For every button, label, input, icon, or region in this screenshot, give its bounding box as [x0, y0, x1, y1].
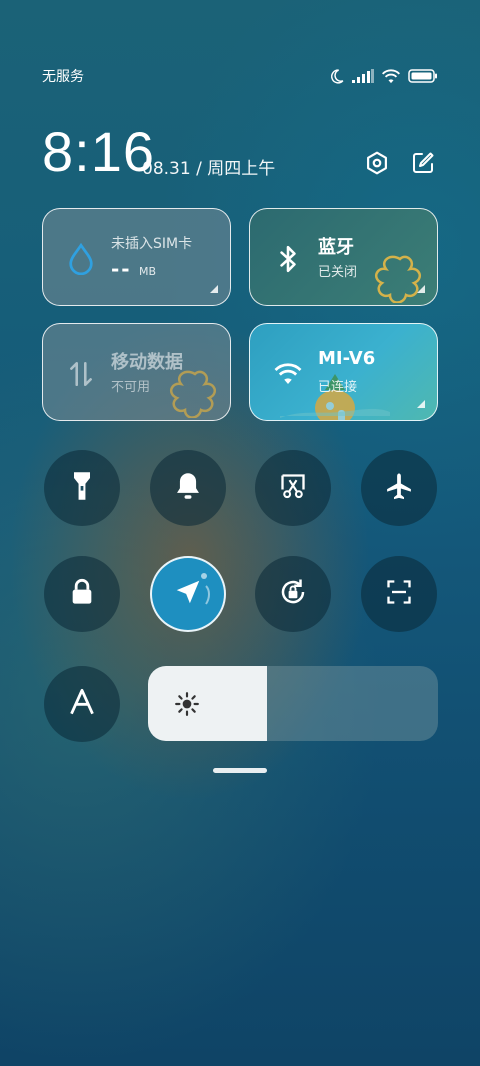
auto-rotate-toggle[interactable]	[255, 556, 331, 632]
data-usage-value: --	[111, 257, 132, 281]
status-icons	[328, 68, 438, 85]
wifi-icon	[381, 68, 401, 84]
edit-icon	[411, 151, 435, 179]
flashlight-toggle[interactable]	[44, 450, 120, 526]
brightness-slider[interactable]	[148, 666, 438, 741]
sim-status-label: 未插入SIM卡	[111, 236, 193, 252]
header: 8:16 08.31 / 周四上午	[42, 118, 438, 188]
bluetooth-tile[interactable]: 蓝牙 已关闭	[249, 208, 438, 306]
mobile-data-status: 不可用	[111, 380, 151, 395]
signal-icon	[352, 69, 374, 83]
sponge-decoration-icon	[374, 255, 422, 303]
wifi-network-name: MI-V6	[318, 348, 376, 369]
data-usage-tile[interactable]: 未插入SIM卡 -- MB	[42, 208, 231, 306]
clock: 8:16	[42, 120, 155, 183]
location-toggle[interactable]	[150, 556, 226, 632]
location-ripple-icon	[201, 573, 210, 605]
settings-button[interactable]	[362, 150, 392, 180]
mobile-data-icon	[65, 358, 97, 390]
screenshot-toggle[interactable]	[255, 450, 331, 526]
lock-icon	[70, 578, 94, 610]
bluetooth-icon	[272, 243, 304, 275]
drag-handle[interactable]	[213, 768, 267, 773]
brightness-fill	[148, 666, 267, 741]
font-a-icon	[68, 688, 96, 720]
data-usage-unit: MB	[139, 265, 157, 278]
mobile-data-title: 移动数据	[111, 352, 183, 373]
expand-corner-icon	[210, 285, 218, 293]
droplet-icon	[65, 243, 97, 275]
airplane-mode-toggle[interactable]	[361, 450, 437, 526]
mute-toggle[interactable]	[150, 450, 226, 526]
bluetooth-title: 蓝牙	[318, 237, 354, 258]
expand-corner-icon	[417, 285, 425, 293]
wifi-icon	[272, 358, 304, 390]
rotation-lock-icon	[278, 577, 308, 611]
settings-icon	[364, 150, 390, 180]
sponge-decoration-icon	[169, 370, 217, 418]
wifi-status: 已连接	[318, 380, 358, 395]
moon-icon	[328, 68, 345, 85]
bluetooth-status: 已关闭	[318, 265, 358, 280]
auto-brightness-toggle[interactable]	[44, 666, 120, 742]
airplane-icon	[384, 471, 414, 505]
flashlight-icon	[70, 470, 94, 506]
lock-screen-toggle[interactable]	[44, 556, 120, 632]
scanner-toggle[interactable]	[361, 556, 437, 632]
edit-button[interactable]	[408, 150, 438, 180]
expand-corner-icon	[417, 400, 425, 408]
date-label: 08.31 / 周四上午	[142, 159, 276, 179]
screenshot-icon	[279, 472, 307, 504]
mobile-data-tile[interactable]: 移动数据 不可用	[42, 323, 231, 421]
wifi-tile[interactable]: MI-V6 已连接	[249, 323, 438, 421]
battery-icon	[408, 69, 438, 83]
status-bar: 无服务	[42, 64, 438, 88]
scan-icon	[385, 578, 413, 610]
sun-icon	[174, 691, 200, 717]
carrier-label: 无服务	[42, 69, 84, 85]
bell-icon	[174, 471, 202, 505]
